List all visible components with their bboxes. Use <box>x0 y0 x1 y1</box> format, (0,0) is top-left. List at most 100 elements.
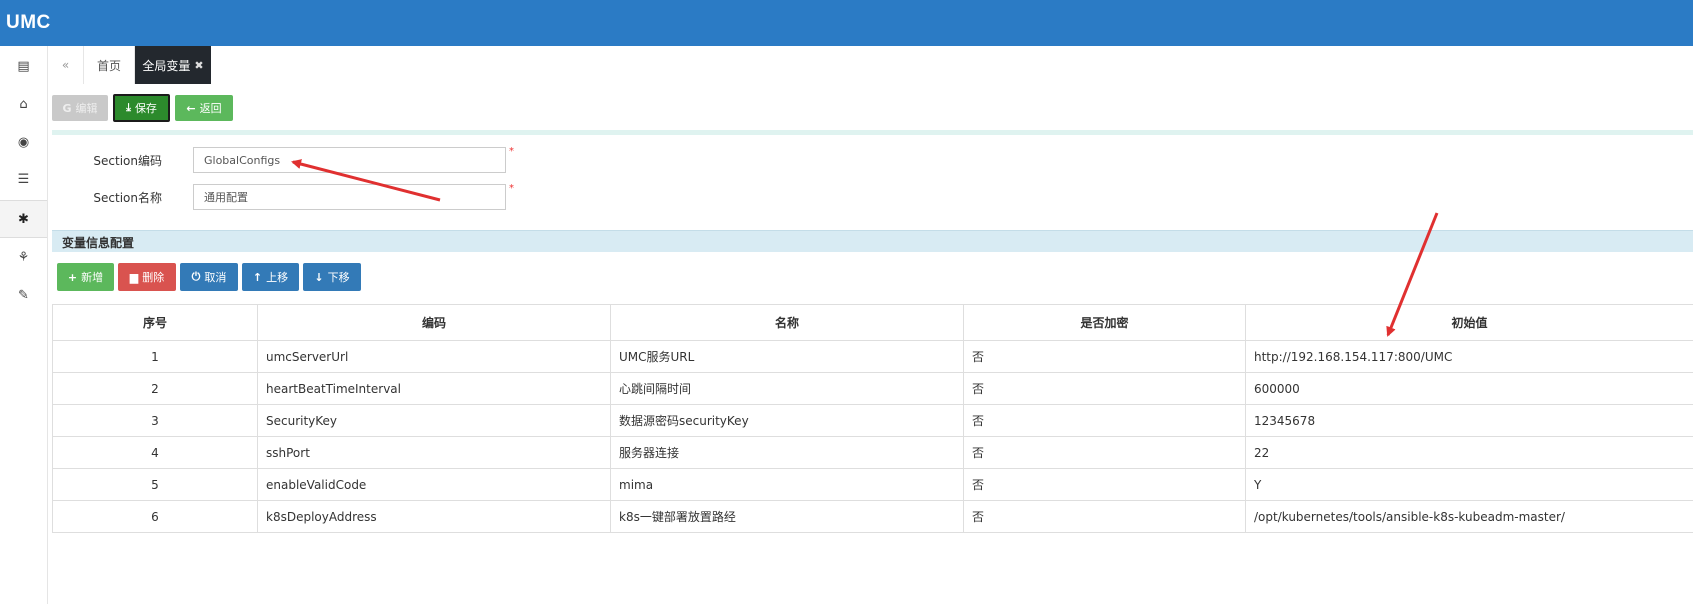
cell-initial-value[interactable]: 22 <box>1245 436 1693 469</box>
move-down-button-label: 下移 <box>327 271 350 284</box>
sidebar-item-wrench[interactable]: ✎ <box>0 277 47 313</box>
edit-button-label: 编辑 <box>75 102 98 115</box>
double-chevron-left-icon: « <box>61 58 70 72</box>
id-card-icon: ▤ <box>17 58 30 74</box>
plus-icon: + <box>67 270 78 284</box>
cell-index: 6 <box>52 500 258 533</box>
trash-icon: ▆ <box>129 270 139 284</box>
cell-name[interactable]: k8s一键部署放置路经 <box>610 500 964 533</box>
add-button-label: 新增 <box>81 271 104 284</box>
table-row[interactable]: 5 enableValidCode mima 否 Y <box>52 468 1693 501</box>
sidebar: ▤ ⌂ ◉ ☰ ✱ ⚘ ✎ <box>0 46 48 604</box>
back-button[interactable]: ← 返回 <box>175 95 233 121</box>
cell-initial-value[interactable]: 12345678 <box>1245 404 1693 437</box>
cell-index: 4 <box>52 436 258 469</box>
arrow-down-icon: ↓ <box>314 270 324 284</box>
list-icon: ☰ <box>17 171 30 187</box>
sidebar-item-settings[interactable]: ✱ <box>0 200 47 238</box>
tab-global-variables[interactable]: 全局变量 ✖ <box>135 46 211 84</box>
cell-index: 2 <box>52 372 258 405</box>
cancel-button[interactable]: ⏻ 取消 <box>180 263 238 291</box>
save-button-label: 保存 <box>134 102 157 115</box>
sidebar-item-list[interactable]: ☰ <box>0 161 47 197</box>
wrench-icon: ✎ <box>18 287 29 303</box>
cell-encrypted[interactable]: 否 <box>963 404 1246 437</box>
edit-icon: G <box>62 101 72 115</box>
table-row[interactable]: 6 k8sDeployAddress k8s一键部署放置路经 否 /opt/ku… <box>52 500 1693 533</box>
cell-code[interactable]: SecurityKey <box>257 404 611 437</box>
cell-initial-value[interactable]: 600000 <box>1245 372 1693 405</box>
back-button-label: 返回 <box>199 102 222 115</box>
tab-home-label: 首页 <box>96 58 121 73</box>
column-header-name[interactable]: 名称 <box>610 304 964 341</box>
gear-icon: ✱ <box>18 211 29 227</box>
cell-name[interactable]: mima <box>610 468 964 501</box>
section-code-label: Section编码 <box>93 154 162 168</box>
cell-name[interactable]: 服务器连接 <box>610 436 964 469</box>
cell-encrypted[interactable]: 否 <box>963 436 1246 469</box>
cell-code[interactable]: enableValidCode <box>257 468 611 501</box>
power-icon: ⏻ <box>191 270 201 283</box>
cell-encrypted[interactable]: 否 <box>963 340 1246 373</box>
form-top-divider <box>52 130 1693 135</box>
column-header-index[interactable]: 序号 <box>52 304 258 341</box>
cell-code[interactable]: sshPort <box>257 436 611 469</box>
sidebar-item-card[interactable]: ▤ <box>0 48 47 84</box>
cell-encrypted[interactable]: 否 <box>963 500 1246 533</box>
table-header-row: 序号 编码 名称 是否加密 初始值 <box>52 304 1693 341</box>
tab-scroll-left-button[interactable]: « <box>48 46 84 84</box>
variables-table: 序号 编码 名称 是否加密 初始值 1 umcServerUrl UMC服务UR… <box>52 304 1693 533</box>
eye-icon: ◉ <box>17 134 30 150</box>
close-icon[interactable]: ✖ <box>194 59 203 72</box>
required-mark: * <box>509 146 514 157</box>
tab-global-variables-label: 全局变量 <box>142 58 191 73</box>
cell-index: 5 <box>52 468 258 501</box>
cell-encrypted[interactable]: 否 <box>963 372 1246 405</box>
edit-button[interactable]: G 编辑 <box>52 95 108 121</box>
cell-initial-value[interactable]: http://192.168.154.117:800/UMC <box>1245 340 1693 373</box>
section-name-label: Section名称 <box>93 191 162 205</box>
column-header-code[interactable]: 编码 <box>257 304 611 341</box>
download-icon: ⤓ <box>126 101 131 114</box>
column-header-initial-value[interactable]: 初始值 <box>1245 304 1693 341</box>
cell-initial-value[interactable]: /opt/kubernetes/tools/ansible-k8s-kubead… <box>1245 500 1693 533</box>
sidebar-item-puzzle[interactable]: ⚘ <box>0 239 47 275</box>
variables-section-header: 变量信息配置 <box>52 230 1693 252</box>
cell-name[interactable]: 心跳间隔时间 <box>610 372 964 405</box>
table-row[interactable]: 4 sshPort 服务器连接 否 22 <box>52 436 1693 469</box>
cell-name[interactable]: UMC服务URL <box>610 340 964 373</box>
arrow-left-icon: ← <box>186 101 196 115</box>
cell-name[interactable]: 数据源密码securityKey <box>610 404 964 437</box>
section-code-input[interactable]: GlobalConfigs <box>193 147 506 173</box>
cell-index: 1 <box>52 340 258 373</box>
sidebar-item-bank[interactable]: ⌂ <box>0 86 47 122</box>
cell-index: 3 <box>52 404 258 437</box>
section-name-input[interactable]: 通用配置 <box>193 184 506 210</box>
cell-code[interactable]: heartBeatTimeInterval <box>257 372 611 405</box>
table-row[interactable]: 3 SecurityKey 数据源密码securityKey 否 1234567… <box>52 404 1693 437</box>
bank-icon: ⌂ <box>19 96 28 112</box>
cell-initial-value[interactable]: Y <box>1245 468 1693 501</box>
arrow-up-icon: ↑ <box>252 270 263 284</box>
move-up-button-label: 上移 <box>266 271 289 284</box>
cell-code[interactable]: umcServerUrl <box>257 340 611 373</box>
tab-bar: « 首页 全局变量 ✖ <box>48 46 1693 85</box>
add-button[interactable]: + 新增 <box>57 263 114 291</box>
table-row[interactable]: 2 heartBeatTimeInterval 心跳间隔时间 否 600000 <box>52 372 1693 405</box>
save-button[interactable]: ⤓ 保存 <box>113 94 170 122</box>
tab-home[interactable]: 首页 <box>84 46 135 84</box>
cell-encrypted[interactable]: 否 <box>963 468 1246 501</box>
column-header-encrypted[interactable]: 是否加密 <box>963 304 1246 341</box>
sidebar-item-eye[interactable]: ◉ <box>0 124 47 160</box>
cancel-button-label: 取消 <box>204 271 227 284</box>
delete-button-label: 删除 <box>142 271 165 284</box>
toolbar: G 编辑 ⤓ 保存 ← 返回 <box>48 84 1693 132</box>
move-up-button[interactable]: ↑ 上移 <box>242 263 299 291</box>
top-header-bar: UMC <box>0 0 1693 46</box>
cell-code[interactable]: k8sDeployAddress <box>257 500 611 533</box>
move-down-button[interactable]: ↓ 下移 <box>303 263 361 291</box>
table-row[interactable]: 1 umcServerUrl UMC服务URL 否 http://192.168… <box>52 340 1693 373</box>
puzzle-icon: ⚘ <box>17 249 30 265</box>
app-logo: UMC <box>6 12 51 33</box>
delete-button[interactable]: ▆ 删除 <box>118 263 176 291</box>
